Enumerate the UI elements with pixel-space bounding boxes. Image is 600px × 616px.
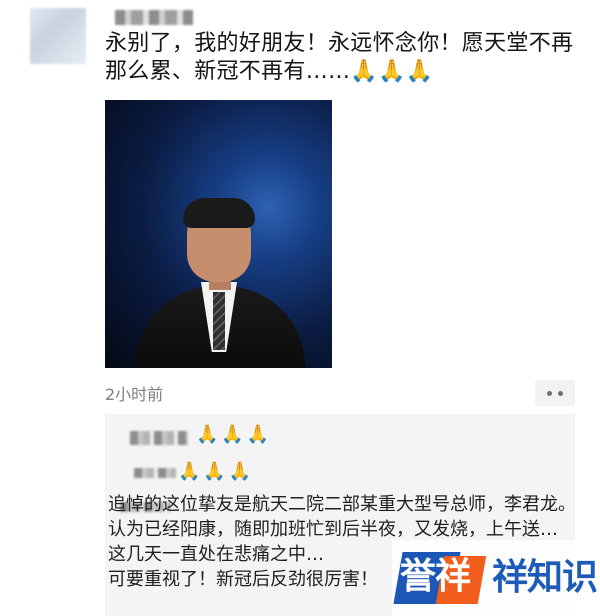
post-text: 永别了，我的好朋友！永远怀念你！愿天堂不再那么累、新冠不再有……🙏🙏🙏	[105, 31, 574, 84]
reaction-row: 🙏🙏🙏	[196, 424, 273, 445]
commenter-name[interactable]	[130, 431, 188, 445]
more-dot-icon	[547, 390, 552, 396]
reaction-row: 🙏🙏🙏	[178, 461, 255, 482]
brand-logo-text: 誉祥	[400, 556, 471, 597]
post-time: 2小时前	[105, 385, 164, 404]
photo-tie	[213, 292, 225, 350]
photo-hair	[183, 198, 255, 228]
more-dot-icon	[558, 390, 563, 396]
brand-watermark: 誉祥 祥知识	[392, 540, 600, 616]
brand-logo: 誉祥	[392, 548, 488, 608]
brand-name: 祥知识	[492, 557, 598, 598]
commenter-name[interactable]	[134, 468, 176, 478]
post-photo[interactable]	[105, 100, 332, 368]
avatar[interactable]	[30, 8, 86, 64]
more-options-button[interactable]	[535, 380, 575, 406]
nickname[interactable]	[115, 10, 193, 25]
